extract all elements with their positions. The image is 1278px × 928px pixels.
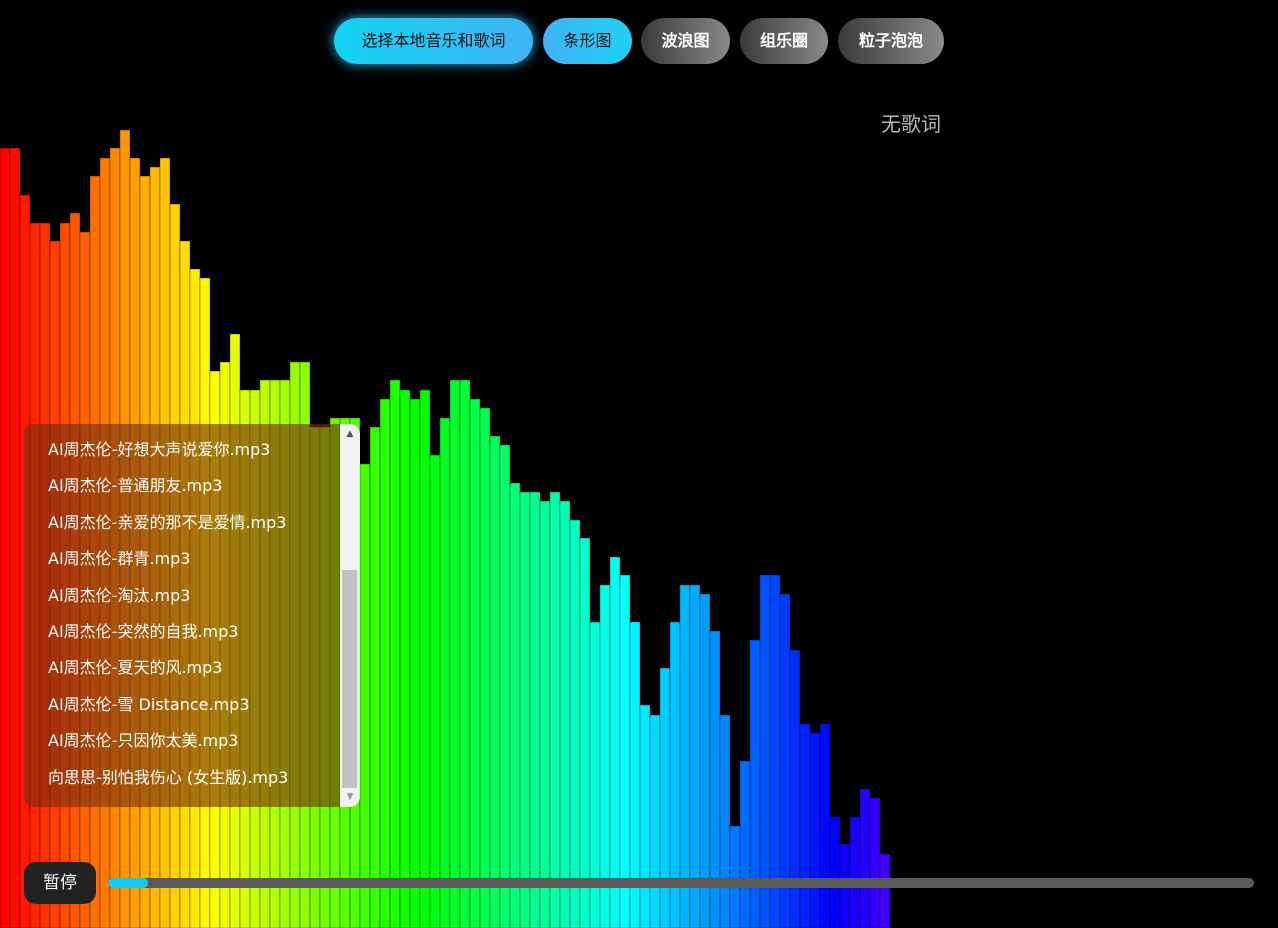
spectrum-bar [539, 500, 551, 928]
spectrum-bar [549, 491, 561, 928]
spectrum-bar [689, 584, 701, 928]
playlist-item[interactable]: AI周杰伦-雪 Distance.mp3 [48, 691, 360, 727]
pause-button[interactable]: 暂停 [24, 862, 96, 904]
band-circle-mode-button[interactable]: 组乐圈 [740, 18, 828, 64]
spectrum-bar [819, 723, 831, 928]
spectrum-bar [369, 426, 381, 928]
spectrum-bar [379, 398, 391, 928]
spectrum-bar [9, 147, 21, 928]
playlist-item[interactable]: AI周杰伦-亲爱的那不是爱情.mp3 [48, 509, 360, 545]
spectrum-bar [479, 407, 491, 928]
spectrum-bar [849, 816, 861, 928]
spectrum-bar [759, 574, 771, 928]
spectrum-bar [619, 574, 631, 928]
spectrum-bar [409, 398, 421, 928]
bar-chart-mode-button[interactable]: 条形图 [543, 18, 632, 64]
spectrum-bar [599, 584, 611, 928]
spectrum-bar [439, 417, 451, 928]
spectrum-bar [799, 723, 811, 928]
spectrum-bar [679, 584, 691, 928]
spectrum-bar [0, 147, 11, 928]
playlist-item[interactable]: AI周杰伦-群青.mp3 [48, 545, 360, 581]
playlist-item[interactable]: AI周杰伦-淘汰.mp3 [48, 582, 360, 618]
spectrum-bar [529, 491, 541, 928]
scrollbar-thumb[interactable] [342, 570, 357, 788]
spectrum-bar [419, 389, 431, 928]
scroll-down-arrow-icon[interactable]: ▼ [340, 789, 360, 805]
spectrum-bar [399, 389, 411, 928]
scroll-up-arrow-icon[interactable]: ▲ [340, 426, 360, 442]
spectrum-bar [579, 537, 591, 928]
spectrum-bar [459, 379, 471, 928]
toolbar: 选择本地音乐和歌词 条形图 波浪图 组乐圈 粒子泡泡 [0, 18, 1278, 64]
spectrum-bar [809, 732, 821, 928]
playlist-item[interactable]: AI周杰伦-夏天的风.mp3 [48, 654, 360, 690]
progress-bar[interactable] [108, 878, 1254, 888]
spectrum-bar [499, 444, 511, 928]
spectrum-bar [859, 788, 871, 928]
playlist-list: AI周杰伦-好想大声说爱你.mp3 AI周杰伦-普通朋友.mp3 AI周杰伦-亲爱的… [24, 424, 360, 800]
spectrum-bar [729, 825, 741, 928]
playlist-item[interactable]: AI周杰伦-突然的自我.mp3 [48, 618, 360, 654]
playlist-item[interactable]: AI周杰伦-好想大声说爱你.mp3 [48, 436, 360, 472]
spectrum-bar [519, 491, 531, 928]
wave-mode-button[interactable]: 波浪图 [641, 18, 730, 64]
spectrum-bar [659, 667, 671, 928]
spectrum-bar [639, 704, 651, 928]
spectrum-bar [469, 398, 481, 928]
playlist: AI周杰伦-好想大声说爱你.mp3 AI周杰伦-普通朋友.mp3 AI周杰伦-亲爱的… [24, 424, 360, 807]
spectrum-bar [719, 714, 731, 928]
lyric-display: 无歌词 [881, 112, 941, 136]
particle-bubble-mode-button[interactable]: 粒子泡泡 [838, 18, 944, 64]
spectrum-bar [449, 379, 461, 928]
spectrum-bar [649, 714, 661, 928]
spectrum-bar [569, 519, 581, 928]
spectrum-bar [509, 482, 521, 928]
playlist-scrollbar[interactable]: ▲ ▼ [340, 424, 360, 807]
progress-fill [108, 878, 149, 888]
spectrum-bar [739, 760, 751, 928]
spectrum-bar [389, 379, 401, 928]
playlist-item[interactable]: 向思思-别怕我伤心 (女生版).mp3 [48, 764, 360, 800]
spectrum-bar [489, 435, 501, 928]
spectrum-bar [879, 853, 891, 928]
spectrum-bar [609, 556, 621, 928]
spectrum-bar [559, 500, 571, 928]
choose-local-music-button[interactable]: 选择本地音乐和歌词 [334, 18, 533, 64]
spectrum-bar [429, 454, 441, 928]
playlist-item[interactable]: AI周杰伦-普通朋友.mp3 [48, 472, 360, 508]
spectrum-bar [869, 797, 881, 928]
spectrum-bar [829, 816, 841, 928]
playlist-item[interactable]: AI周杰伦-只因你太美.mp3 [48, 727, 360, 763]
spectrum-bar [359, 463, 371, 928]
spectrum-bar [769, 574, 781, 928]
